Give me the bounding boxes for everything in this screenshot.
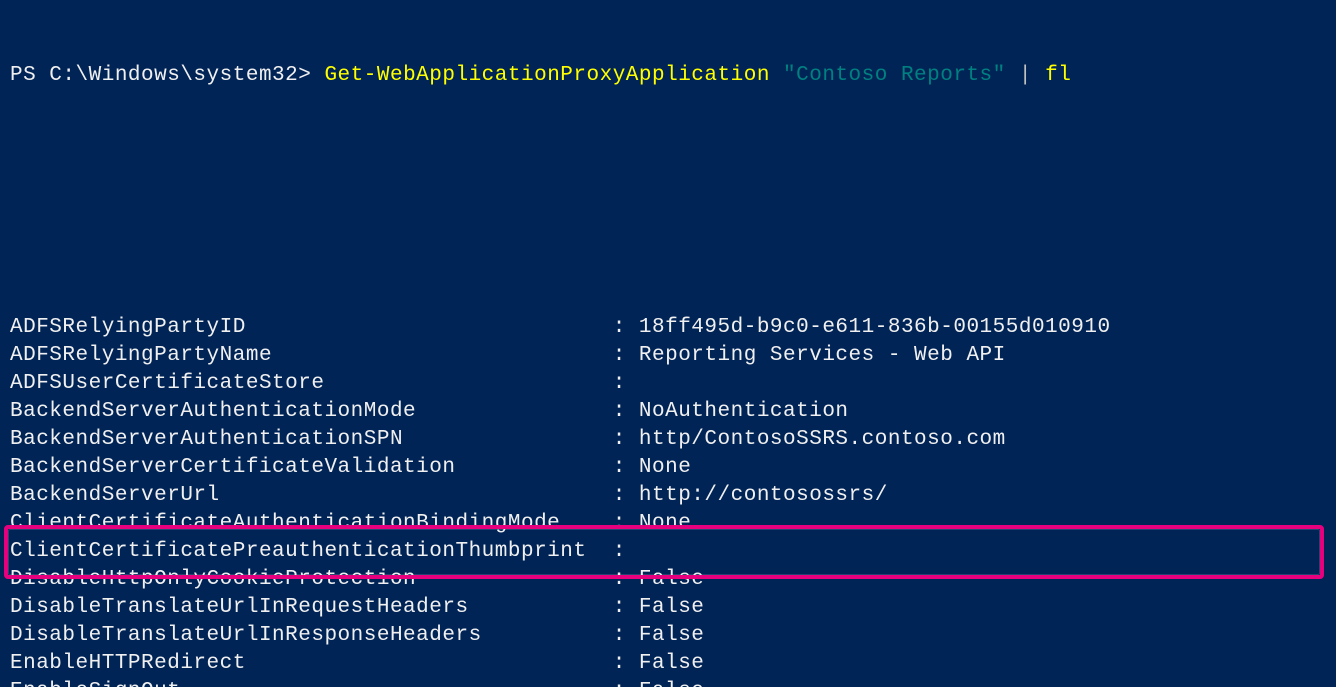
cmd-arg: "Contoso Reports" bbox=[783, 64, 1019, 87]
property-row: ClientCertificateAuthenticationBindingMo… bbox=[10, 510, 1326, 538]
prompt-line: PS C:\Windows\system32> Get-WebApplicati… bbox=[10, 62, 1326, 90]
property-row: BackendServerCertificateValidation : Non… bbox=[10, 454, 1326, 482]
property-row: BackendServerUrl : http://contosossrs/ bbox=[10, 482, 1326, 510]
property-row: EnableHTTPRedirect : False bbox=[10, 650, 1326, 678]
property-row: BackendServerAuthenticationSPN : http/Co… bbox=[10, 426, 1326, 454]
prompt-prefix: PS C:\Windows\system32> bbox=[10, 64, 324, 87]
property-row: BackendServerAuthenticationMode : NoAuth… bbox=[10, 398, 1326, 426]
property-row: ClientCertificatePreauthenticationThumbp… bbox=[10, 538, 1326, 566]
property-row: ADFSRelyingPartyName : Reporting Service… bbox=[10, 342, 1326, 370]
property-list: ADFSRelyingPartyID : 18ff495d-b9c0-e611-… bbox=[10, 314, 1326, 687]
property-row: DisableTranslateUrlInResponseHeaders : F… bbox=[10, 622, 1326, 650]
property-row: DisableTranslateUrlInRequestHeaders : Fa… bbox=[10, 594, 1326, 622]
pipe: | bbox=[1019, 64, 1045, 87]
pipe-cmd: fl bbox=[1045, 64, 1071, 87]
property-row: ADFSUserCertificateStore : bbox=[10, 370, 1326, 398]
terminal-output: PS C:\Windows\system32> Get-WebApplicati… bbox=[0, 0, 1336, 687]
property-row: ADFSRelyingPartyID : 18ff495d-b9c0-e611-… bbox=[10, 314, 1326, 342]
cmdlet: Get-WebApplicationProxyApplication bbox=[324, 64, 783, 87]
property-row: EnableSignOut : False bbox=[10, 678, 1326, 687]
property-row: DisableHttpOnlyCookieProtection : False bbox=[10, 566, 1326, 594]
